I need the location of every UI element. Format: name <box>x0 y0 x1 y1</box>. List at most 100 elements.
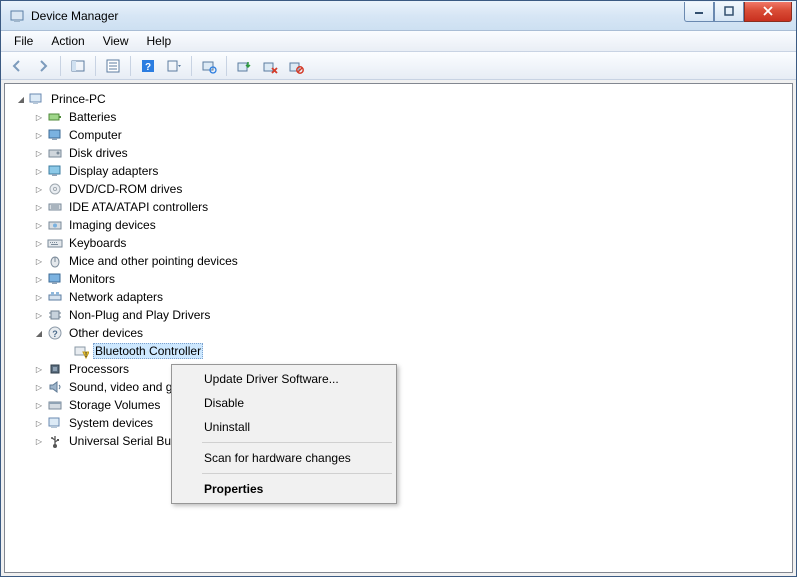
tree-category-system[interactable]: ▷ System devices <box>11 414 792 432</box>
toolbar-separator <box>130 56 131 76</box>
expander-icon[interactable]: ▷ <box>33 165 45 177</box>
toolbar: ? <box>1 52 796 80</box>
computer-icon <box>29 91 45 107</box>
ctx-properties[interactable]: Properties <box>174 477 394 501</box>
scan-hardware-button[interactable] <box>197 54 221 78</box>
expander-icon[interactable]: ▷ <box>33 273 45 285</box>
chip-icon <box>47 307 63 323</box>
tree-root-label: Prince-PC <box>49 91 108 107</box>
tree-category-network[interactable]: ▷ Network adapters <box>11 288 792 306</box>
minimize-button[interactable] <box>684 2 714 22</box>
expander-icon[interactable]: ▷ <box>33 399 45 411</box>
device-tree-panel: ◢ Prince-PC ▷ Batteries ▷ Computer ▷ <box>4 83 793 573</box>
context-menu: Update Driver Software... Disable Uninst… <box>171 364 397 504</box>
tree-category-usb[interactable]: ▷ Universal Serial Bus controllers <box>11 432 792 450</box>
window-controls <box>684 2 792 22</box>
expander-icon[interactable]: ▷ <box>33 183 45 195</box>
display-icon <box>47 163 63 179</box>
expander-icon[interactable]: ▷ <box>33 255 45 267</box>
tree-category-label: IDE ATA/ATAPI controllers <box>67 199 210 215</box>
tree-category-imaging[interactable]: ▷ Imaging devices <box>11 216 792 234</box>
tree-category-label: Storage Volumes <box>67 397 162 413</box>
menu-action[interactable]: Action <box>42 32 93 50</box>
expander-icon[interactable]: ▷ <box>33 309 45 321</box>
tree-category-monitors[interactable]: ▷ Monitors <box>11 270 792 288</box>
expander-icon[interactable]: ▷ <box>33 201 45 213</box>
expander-icon[interactable]: ▷ <box>33 219 45 231</box>
tree-category-label: Computer <box>67 127 124 143</box>
ctx-separator <box>202 473 392 474</box>
tree-category-label: Keyboards <box>67 235 128 251</box>
back-button[interactable] <box>5 54 29 78</box>
forward-button[interactable] <box>31 54 55 78</box>
tree-category-keyboards[interactable]: ▷ Keyboards <box>11 234 792 252</box>
tree-category-label: Network adapters <box>67 289 165 305</box>
tree-category-sound[interactable]: ▷ Sound, video and game controllers <box>11 378 792 396</box>
content-area: ◢ Prince-PC ▷ Batteries ▷ Computer ▷ <box>1 80 796 576</box>
expander-icon[interactable]: ◢ <box>33 327 45 339</box>
keyboard-icon <box>47 235 63 251</box>
show-hide-console-tree-button[interactable] <box>66 54 90 78</box>
expander-icon[interactable]: ◢ <box>15 93 27 105</box>
svg-text:!: ! <box>85 352 87 359</box>
toolbar-separator <box>226 56 227 76</box>
expander-icon[interactable]: ▷ <box>33 417 45 429</box>
device-tree: ◢ Prince-PC ▷ Batteries ▷ Computer ▷ <box>5 88 792 452</box>
tree-category-display-adapters[interactable]: ▷ Display adapters <box>11 162 792 180</box>
menu-help[interactable]: Help <box>138 32 181 50</box>
system-icon <box>47 415 63 431</box>
tree-category-processors[interactable]: ▷ Processors <box>11 360 792 378</box>
expander-icon[interactable]: ▷ <box>33 363 45 375</box>
tree-category-ide[interactable]: ▷ IDE ATA/ATAPI controllers <box>11 198 792 216</box>
tree-category-label: Mice and other pointing devices <box>67 253 240 269</box>
ctx-scan[interactable]: Scan for hardware changes <box>174 446 394 470</box>
menu-view[interactable]: View <box>94 32 138 50</box>
toolbar-separator <box>95 56 96 76</box>
tree-category-label: System devices <box>67 415 155 431</box>
tree-category-dvd-cd[interactable]: ▷ DVD/CD-ROM drives <box>11 180 792 198</box>
disc-icon <box>47 181 63 197</box>
tree-device-label: Bluetooth Controller <box>93 343 203 359</box>
update-driver-button[interactable] <box>232 54 256 78</box>
disable-button[interactable] <box>284 54 308 78</box>
toolbar-separator <box>60 56 61 76</box>
expander-icon[interactable]: ▷ <box>33 435 45 447</box>
ctx-update-driver[interactable]: Update Driver Software... <box>174 367 394 391</box>
tree-category-computer[interactable]: ▷ Computer <box>11 126 792 144</box>
expander-icon[interactable]: ▷ <box>33 111 45 123</box>
tree-category-disk-drives[interactable]: ▷ Disk drives <box>11 144 792 162</box>
expander-icon[interactable]: ▷ <box>33 129 45 141</box>
monitor-icon <box>47 127 63 143</box>
ctx-uninstall[interactable]: Uninstall <box>174 415 394 439</box>
camera-icon <box>47 217 63 233</box>
window-title: Device Manager <box>31 9 684 23</box>
tree-category-other[interactable]: ◢ ? Other devices <box>11 324 792 342</box>
titlebar: Device Manager <box>1 1 796 31</box>
expander-icon[interactable]: ▷ <box>33 381 45 393</box>
menu-file[interactable]: File <box>5 32 42 50</box>
tree-category-storage[interactable]: ▷ Storage Volumes <box>11 396 792 414</box>
tree-category-nonpnp[interactable]: ▷ Non-Plug and Play Drivers <box>11 306 792 324</box>
tree-category-label: Monitors <box>67 271 117 287</box>
action-dropdown-button[interactable] <box>162 54 186 78</box>
tree-category-label: Other devices <box>67 325 145 341</box>
maximize-button[interactable] <box>714 2 744 22</box>
expander-icon[interactable]: ▷ <box>33 291 45 303</box>
tree-root[interactable]: ◢ Prince-PC <box>11 90 792 108</box>
expander-icon[interactable]: ▷ <box>33 147 45 159</box>
tree-category-mice[interactable]: ▷ Mice and other pointing devices <box>11 252 792 270</box>
tree-device-bluetooth[interactable]: ▷ ! Bluetooth Controller <box>11 342 792 360</box>
properties-button[interactable] <box>101 54 125 78</box>
close-button[interactable] <box>744 2 792 22</box>
mouse-icon <box>47 253 63 269</box>
uninstall-button[interactable] <box>258 54 282 78</box>
tree-category-label: Disk drives <box>67 145 130 161</box>
help-button[interactable]: ? <box>136 54 160 78</box>
tree-category-batteries[interactable]: ▷ Batteries <box>11 108 792 126</box>
disk-icon <box>47 145 63 161</box>
usb-icon <box>47 433 63 449</box>
tree-category-label: Batteries <box>67 109 118 125</box>
expander-icon[interactable]: ▷ <box>33 237 45 249</box>
ctx-disable[interactable]: Disable <box>174 391 394 415</box>
ctx-separator <box>202 442 392 443</box>
